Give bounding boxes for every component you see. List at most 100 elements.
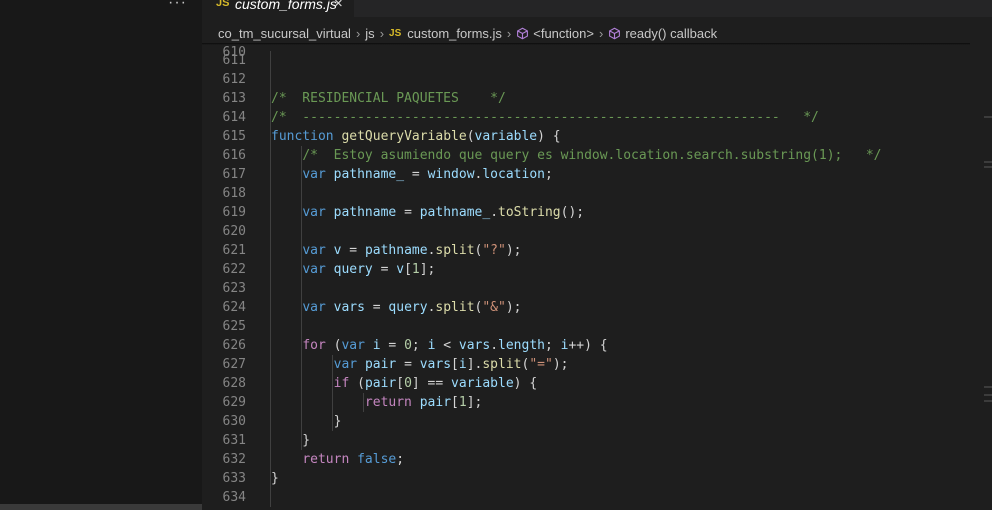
code-token: for [302, 338, 326, 353]
minimap-mark [984, 386, 992, 388]
code-token: "?" [482, 243, 506, 258]
code-token: variable [451, 376, 514, 391]
code-token: ( [466, 129, 475, 144]
code-token: [ [451, 357, 459, 372]
sidebar-horizontal-scrollbar[interactable] [0, 504, 202, 510]
code-token: ); [505, 243, 522, 258]
code-text: function getQueryVariable(variable) { [271, 127, 561, 146]
code-line: 614 /* ----------------------------------… [202, 108, 982, 127]
minimap-mark [984, 400, 992, 402]
code-line: 621 var v = pathname.split("?"); [202, 241, 982, 260]
code-line: 613 /* RESIDENCIAL PAQUETES */ [202, 89, 982, 108]
line-number: 619 [222, 205, 246, 220]
code-token: if [333, 376, 350, 391]
line-number: 628 [222, 376, 246, 391]
code-token: location [482, 167, 545, 182]
code-line: 629 return pair[1]; [202, 393, 982, 412]
line-number: 618 [222, 186, 246, 201]
code-token: vars [458, 338, 491, 353]
code-token: = [380, 338, 405, 353]
code-token: [ [404, 262, 412, 277]
code-line: 624 var vars = query.split("&"); [202, 298, 982, 317]
code-token: return [364, 395, 412, 410]
line-number: 627 [222, 357, 246, 372]
line-number: 613 [222, 91, 246, 106]
code-line: 618 [202, 184, 982, 203]
code-token: window [427, 167, 475, 182]
code-text: var pathname_ = window.location; [271, 165, 553, 184]
indent-guide [270, 51, 271, 507]
explorer-sidebar: ··· [0, 0, 202, 510]
code-token: = [372, 262, 397, 277]
code-text: /* RESIDENCIAL PAQUETES */ [271, 89, 506, 108]
code-token: ); [505, 300, 522, 315]
code-text: return pair[1]; [271, 393, 482, 412]
code-token: /* RESIDENCIAL PAQUETES */ [271, 91, 506, 106]
code-text: } [271, 469, 279, 488]
code-token: variable [474, 129, 538, 144]
indent-guide [301, 146, 302, 450]
breadcrumb-shadow [202, 43, 970, 45]
code-token: var [302, 167, 326, 182]
code-token: pathname [333, 205, 397, 220]
code-line: 622 var query = v[1]; [202, 260, 982, 279]
close-icon[interactable]: × [334, 0, 343, 12]
code-line: 620 [202, 222, 982, 241]
code-token: pair [419, 395, 452, 410]
code-token: ]; [419, 262, 436, 277]
code-token: 1 [411, 262, 420, 277]
code-token: ; [544, 167, 553, 182]
code-text: var vars = query.split("&"); [271, 298, 522, 317]
code-token: . [490, 338, 499, 353]
js-file-icon: JS [216, 0, 230, 9]
code-token: /* -------------------------------------… [271, 110, 819, 125]
code-line: 612 [202, 70, 982, 89]
code-token: < [435, 338, 459, 353]
code-line: 619 var pathname = pathname_.toString(); [202, 203, 982, 222]
more-actions-icon[interactable]: ··· [168, 0, 187, 12]
line-number: 621 [222, 243, 246, 258]
line-number: 614 [222, 110, 246, 125]
tab-custom-forms-js[interactable]: JS custom_forms.js × [202, 0, 354, 17]
code-line: 631 } [202, 431, 982, 450]
code-editor[interactable]: 610 611 612 613/* RESIDENCIAL PAQUETES */6… [202, 36, 982, 510]
code-token: split [482, 357, 522, 372]
code-token: function [271, 129, 334, 144]
code-token: false [357, 452, 397, 467]
line-number: 624 [222, 300, 246, 315]
code-token: ]. [466, 357, 483, 372]
minimap[interactable] [982, 36, 992, 510]
code-token: v [396, 262, 405, 277]
code-token: i [458, 357, 467, 372]
code-token: "&" [482, 300, 506, 315]
code-token: var [333, 357, 358, 372]
line-number: 632 [222, 452, 246, 467]
code-token: ); [552, 357, 569, 372]
code-token: return [302, 452, 350, 467]
code-token: 1 [458, 395, 467, 410]
minimap-mark [984, 166, 992, 168]
code-line: 627 var pair = vars[i].split("="); [202, 355, 982, 374]
line-number: 622 [222, 262, 246, 277]
code-token: = [396, 357, 420, 372]
line-number: 625 [222, 319, 246, 334]
code-line: 616 /* Estoy asumiendo que query es wind… [202, 146, 982, 165]
line-number: 615 [222, 129, 246, 144]
code-text: } [271, 431, 310, 450]
line-number: 631 [222, 433, 246, 448]
tab-label: custom_forms.js [235, 0, 337, 12]
code-token: ( [325, 338, 342, 353]
code-token: } [271, 471, 279, 486]
minimap-mark [984, 394, 992, 396]
